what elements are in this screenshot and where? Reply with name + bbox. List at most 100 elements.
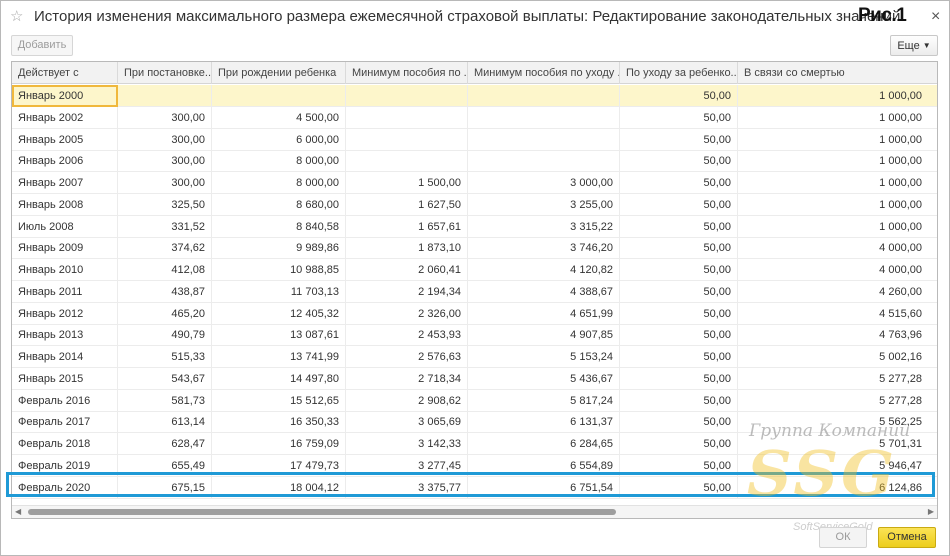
table-row[interactable]: Январь 2002 300,00 4 500,00 50,00 1 000,00 [12, 106, 937, 129]
cell-childbirth[interactable] [212, 85, 346, 107]
cell-death[interactable]: 6 124,86 [738, 477, 928, 499]
cell-effective-from[interactable]: Февраль 2020 [12, 476, 118, 499]
cell-childbirth[interactable]: 12 405,32 [212, 302, 346, 325]
cell-effective-from[interactable]: Январь 2009 [12, 237, 118, 260]
cell-min-benefit[interactable]: 1 500,00 [346, 172, 468, 194]
cell-death[interactable]: 5 277,28 [738, 368, 928, 390]
cell-childcare[interactable]: 50,00 [620, 215, 738, 238]
horizontal-scrollbar[interactable]: ◀ ▶ [12, 505, 937, 518]
cell-childcare[interactable]: 50,00 [620, 302, 738, 325]
cell-effective-from[interactable]: Февраль 2016 [12, 389, 118, 412]
cell-min-benefit[interactable]: 3 375,77 [346, 476, 468, 499]
cell-effective-from[interactable]: Февраль 2017 [12, 411, 118, 434]
cell-childcare[interactable]: 50,00 [620, 389, 738, 412]
cell-effective-from[interactable]: Январь 2015 [12, 367, 118, 390]
table-row[interactable]: Февраль 2017 613,14 16 350,33 3 065,69 6 131… [12, 411, 937, 434]
cell-min-childcare[interactable]: 3 000,00 [468, 172, 620, 194]
cell-min-benefit[interactable]: 3 142,33 [346, 433, 468, 455]
cell-effective-from[interactable]: Январь 2014 [12, 346, 118, 368]
table-row[interactable]: Январь 2005 300,00 6 000,00 50,00 1 000,00 [12, 128, 937, 151]
cell-childbirth[interactable]: 8 000,00 [212, 150, 346, 173]
cell-childbirth[interactable]: 9 989,86 [212, 237, 346, 260]
cell-min-benefit[interactable] [346, 106, 468, 129]
cell-childbirth[interactable]: 11 703,13 [212, 280, 346, 303]
cell-death[interactable]: 5 277,28 [738, 390, 928, 412]
column-header-min-childcare[interactable]: Минимум пособия по уходу ... [468, 62, 620, 84]
cell-childbirth[interactable]: 13 741,99 [212, 346, 346, 368]
cell-childbirth[interactable]: 4 500,00 [212, 106, 346, 129]
cell-childcare[interactable]: 50,00 [620, 128, 738, 151]
cell-effective-from[interactable]: Январь 2010 [12, 259, 118, 281]
cell-childcare[interactable]: 50,00 [620, 237, 738, 260]
cell-effective-from[interactable]: Июль 2008 [12, 215, 118, 238]
cell-childbirth[interactable]: 13 087,61 [212, 324, 346, 347]
cell-registration[interactable]: 300,00 [118, 128, 212, 151]
scrollbar-thumb[interactable] [28, 509, 616, 515]
cell-death[interactable]: 4 000,00 [738, 259, 928, 281]
cell-childbirth[interactable]: 16 350,33 [212, 411, 346, 434]
cell-childcare[interactable]: 50,00 [620, 433, 738, 455]
cancel-button[interactable]: Отмена [878, 527, 936, 548]
cell-min-childcare[interactable]: 6 284,65 [468, 433, 620, 455]
cell-childbirth[interactable]: 8 680,00 [212, 193, 346, 216]
cell-registration[interactable]: 515,33 [118, 346, 212, 368]
table-row[interactable]: Январь 2008 325,50 8 680,00 1 627,50 3 255,0… [12, 193, 937, 216]
table-row[interactable]: Январь 2009 374,62 9 989,86 1 873,10 3 746,2… [12, 237, 937, 260]
cell-death[interactable]: 4 515,60 [738, 303, 928, 325]
cell-effective-from[interactable]: Январь 2013 [12, 324, 118, 347]
cell-death[interactable]: 4 763,96 [738, 324, 928, 346]
cell-childbirth[interactable]: 8 000,00 [212, 172, 346, 194]
table-row[interactable]: Январь 2011 438,87 11 703,13 2 194,34 4 388,… [12, 280, 937, 303]
cell-childcare[interactable]: 50,00 [620, 106, 738, 129]
cell-registration[interactable]: 412,08 [118, 259, 212, 281]
cell-death[interactable]: 1 000,00 [738, 129, 928, 151]
cell-registration[interactable] [118, 85, 212, 107]
cell-registration[interactable]: 675,15 [118, 476, 212, 499]
cell-childbirth[interactable]: 15 512,65 [212, 389, 346, 412]
table-row[interactable]: Январь 2012 465,20 12 405,32 2 326,00 4 651,… [12, 302, 937, 325]
cell-min-benefit[interactable]: 1 873,10 [346, 237, 468, 260]
cell-registration[interactable]: 331,52 [118, 215, 212, 238]
cell-min-childcare[interactable]: 3 315,22 [468, 215, 620, 238]
cell-effective-from[interactable]: Январь 2007 [12, 172, 118, 194]
cell-death[interactable]: 1 000,00 [738, 150, 928, 172]
cell-effective-from[interactable]: Январь 2012 [12, 302, 118, 325]
cell-death[interactable]: 5 562,25 [738, 411, 928, 433]
cell-death[interactable]: 4 000,00 [738, 237, 928, 259]
scroll-left-icon[interactable]: ◀ [15, 507, 21, 516]
scroll-right-icon[interactable]: ▶ [928, 507, 934, 516]
cell-min-childcare[interactable]: 5 436,67 [468, 367, 620, 390]
cell-min-benefit[interactable]: 2 718,34 [346, 367, 468, 390]
table-row[interactable]: Февраль 2016 581,73 15 512,65 2 908,62 5 817… [12, 389, 937, 412]
cell-childcare[interactable]: 50,00 [620, 259, 738, 281]
close-icon[interactable]: × [931, 8, 940, 26]
table-row[interactable]: Январь 2014 515,33 13 741,99 2 576,63 5 153,… [12, 346, 937, 368]
cell-min-childcare[interactable]: 4 907,85 [468, 324, 620, 347]
cell-effective-from[interactable]: Февраль 2018 [12, 433, 118, 455]
cell-min-childcare[interactable] [468, 150, 620, 173]
cell-min-benefit[interactable]: 2 453,93 [346, 324, 468, 347]
cell-death[interactable]: 5 701,31 [738, 433, 928, 455]
cell-min-benefit[interactable]: 1 627,50 [346, 193, 468, 216]
cell-effective-from[interactable]: Январь 2000 [12, 85, 118, 107]
cell-childbirth[interactable]: 10 988,85 [212, 259, 346, 281]
cell-childcare[interactable]: 50,00 [620, 85, 738, 107]
cell-childcare[interactable]: 50,00 [620, 367, 738, 390]
table-row[interactable]: Февраль 2019 655,49 17 479,73 3 277,45 6 554… [12, 454, 937, 477]
column-header-childcare[interactable]: По уходу за ребенко... [620, 62, 738, 84]
cell-childbirth[interactable]: 16 759,09 [212, 433, 346, 455]
cell-effective-from[interactable]: Февраль 2019 [12, 454, 118, 477]
cell-min-childcare[interactable]: 4 388,67 [468, 280, 620, 303]
cell-registration[interactable]: 490,79 [118, 324, 212, 347]
cell-death[interactable]: 1 000,00 [738, 85, 928, 107]
cell-childcare[interactable]: 50,00 [620, 172, 738, 194]
cell-registration[interactable]: 374,62 [118, 237, 212, 260]
table-row[interactable]: Январь 2007 300,00 8 000,00 1 500,00 3 000,0… [12, 172, 937, 194]
table-row[interactable]: Январь 2000 50,00 1 000,00 [12, 85, 937, 107]
cell-registration[interactable]: 300,00 [118, 106, 212, 129]
cell-min-benefit[interactable] [346, 150, 468, 173]
table-row[interactable]: Июль 2008 331,52 8 840,58 1 657,61 3 315,22 5… [12, 215, 937, 238]
cell-registration[interactable]: 581,73 [118, 389, 212, 412]
column-header-effective-from[interactable]: Действует с [12, 62, 118, 84]
cell-death[interactable]: 5 946,47 [738, 455, 928, 477]
